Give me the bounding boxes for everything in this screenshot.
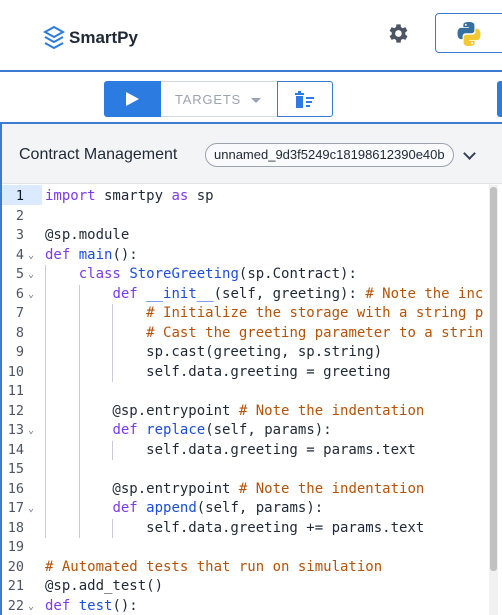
code-line[interactable]: 16 @sp.entrypoint # Note the indentation (2, 480, 487, 500)
run-button[interactable] (104, 81, 161, 117)
contract-panel: Contract Management unnamed_9d3f5249c181… (0, 124, 502, 615)
line-number: 22 (7, 597, 24, 614)
indent-guide (78, 284, 80, 538)
code-line[interactable]: 13 ⌄ def replace(self, params): (2, 421, 487, 441)
code-line[interactable]: 22 ⌄ def test(): (2, 597, 487, 615)
smartpy-logo[interactable]: SmartPy (43, 25, 138, 51)
code-text: def append(self, params): (112, 500, 324, 516)
code-line[interactable]: 6 ⌄ def __init__(self, greeting): # Note … (2, 285, 487, 305)
fold-arrow-icon[interactable]: ⌄ (28, 425, 34, 437)
code-text: self.data.greeting += params.text (45, 519, 425, 536)
indent-guide (112, 440, 114, 460)
code-line[interactable]: 19 (2, 538, 487, 558)
code-line[interactable]: 18 self.data.greeting += params.text (2, 519, 487, 539)
code-line[interactable]: 5 ⌄ class StoreGreeting(sp.Contract): (2, 265, 487, 285)
scrollbar[interactable] (489, 185, 498, 615)
code-line[interactable]: 7 # Initialize the storage with a string… (2, 304, 487, 324)
clear-output-icon (295, 91, 314, 108)
indent-guide (45, 265, 46, 538)
line-number: 7 (15, 305, 24, 321)
code-line[interactable]: 14 self.data.greeting = params.text (2, 441, 487, 461)
code-text: def replace(self, params): (112, 422, 332, 438)
line-number: 17 (7, 500, 24, 516)
indent-guide (112, 304, 114, 382)
line-number: 4 (15, 246, 24, 263)
targets-label: TARGETS (175, 92, 242, 107)
gear-icon[interactable] (385, 21, 410, 46)
code-line[interactable]: 12 @sp.entrypoint # Note the indentation (2, 402, 487, 422)
fold-arrow-icon[interactable]: ⌄ (28, 503, 34, 515)
line-number: 18 (7, 519, 24, 536)
line-number: 6 (15, 285, 24, 302)
right-toolbar-button[interactable] (497, 81, 502, 117)
code-text: def main(): (45, 246, 138, 263)
code-text: def __init__(self, greeting): # Note the… (112, 285, 484, 302)
line-number: 16 (7, 480, 24, 497)
code-text: @sp.module (45, 227, 130, 243)
line-number: 13 (7, 422, 24, 438)
chevron-down-icon[interactable] (463, 147, 476, 160)
panel-title: Contract Management (19, 146, 178, 163)
contract-name-chip[interactable]: unnamed_9d3f5249c18198612390e40b (205, 143, 454, 167)
fold-arrow-icon[interactable]: ⌄ (28, 601, 34, 613)
targets-dropdown[interactable]: TARGETS (161, 81, 277, 117)
line-number: 8 (15, 324, 24, 341)
line-number: 20 (7, 558, 24, 575)
smartpy-logo-icon (43, 26, 65, 50)
caret-down-icon (251, 98, 261, 103)
code-line[interactable]: 15 (2, 460, 487, 480)
code-line[interactable]: 20 # Automated tests that run on simulati… (2, 558, 487, 578)
top-header: SmartPy (0, 0, 502, 72)
line-number: 12 (7, 402, 24, 419)
scroll-thumb[interactable] (490, 187, 497, 571)
code-line[interactable]: 2 (2, 207, 487, 227)
line-number: 2 (15, 207, 24, 224)
fold-arrow-icon[interactable]: ⌄ (28, 250, 34, 262)
line-number: 15 (7, 461, 24, 477)
code-line[interactable]: 11 (2, 382, 487, 402)
toolbar: TARGETS (0, 74, 502, 124)
code-line[interactable]: 3 @sp.module (2, 226, 487, 246)
clear-output-button[interactable] (277, 81, 333, 117)
line-number: 1 (15, 188, 24, 204)
code-text: self.data.greeting = greeting (45, 363, 391, 380)
line-number: 14 (7, 441, 24, 458)
line-number: 3 (15, 227, 24, 243)
code-line[interactable]: 17 ⌄ def append(self, params): (2, 499, 487, 519)
code-line[interactable]: 8 # Cast the greeting parameter to a str… (2, 324, 487, 344)
indent-guide (112, 518, 114, 538)
brand-name: SmartPy (69, 28, 138, 47)
code-text: self.data.greeting = params.text (45, 441, 416, 458)
code-text: def test(): (45, 597, 138, 614)
code-line[interactable]: 21 @sp.add_test() (2, 577, 487, 597)
line-number: 19 (7, 539, 24, 555)
python-button[interactable] (435, 13, 502, 53)
code-text: @sp.entrypoint # Note the indentation (45, 402, 425, 419)
line-number: 10 (7, 363, 24, 380)
code-editor[interactable]: 1 import smartpy as sp 2 3 @sp.module 4 ⌄ def m… (2, 185, 502, 615)
code-text: import smartpy as sp (45, 188, 214, 204)
code-line[interactable]: 10 self.data.greeting = greeting (2, 363, 487, 383)
code-line[interactable]: 4 ⌄ def main(): (2, 246, 487, 266)
code-text: @sp.add_test() (45, 578, 164, 594)
panel-header: Contract Management unnamed_9d3f5249c181… (2, 124, 502, 184)
code-text: # Cast the greeting parameter to a strin (146, 324, 484, 341)
line-number: 9 (15, 344, 24, 360)
line-number: 5 (15, 266, 24, 282)
code-text: @sp.entrypoint # Note the indentation (45, 480, 425, 497)
code-text: # Automated tests that run on simulation (45, 558, 383, 575)
fold-arrow-icon[interactable]: ⌄ (28, 289, 34, 301)
play-icon (126, 92, 139, 106)
python-logo-icon (457, 22, 481, 46)
line-number: 11 (7, 383, 24, 399)
code-text: # Initialize the storage with a string p (146, 305, 484, 321)
code-text: class StoreGreeting(sp.Contract): (78, 266, 357, 282)
code-text: sp.cast(greeting, sp.string) (45, 344, 383, 360)
code-line[interactable]: 1 import smartpy as sp (2, 187, 487, 207)
code-line[interactable]: 9 sp.cast(greeting, sp.string) (2, 343, 487, 363)
line-number: 21 (7, 578, 24, 594)
fold-arrow-icon[interactable]: ⌄ (28, 269, 34, 281)
